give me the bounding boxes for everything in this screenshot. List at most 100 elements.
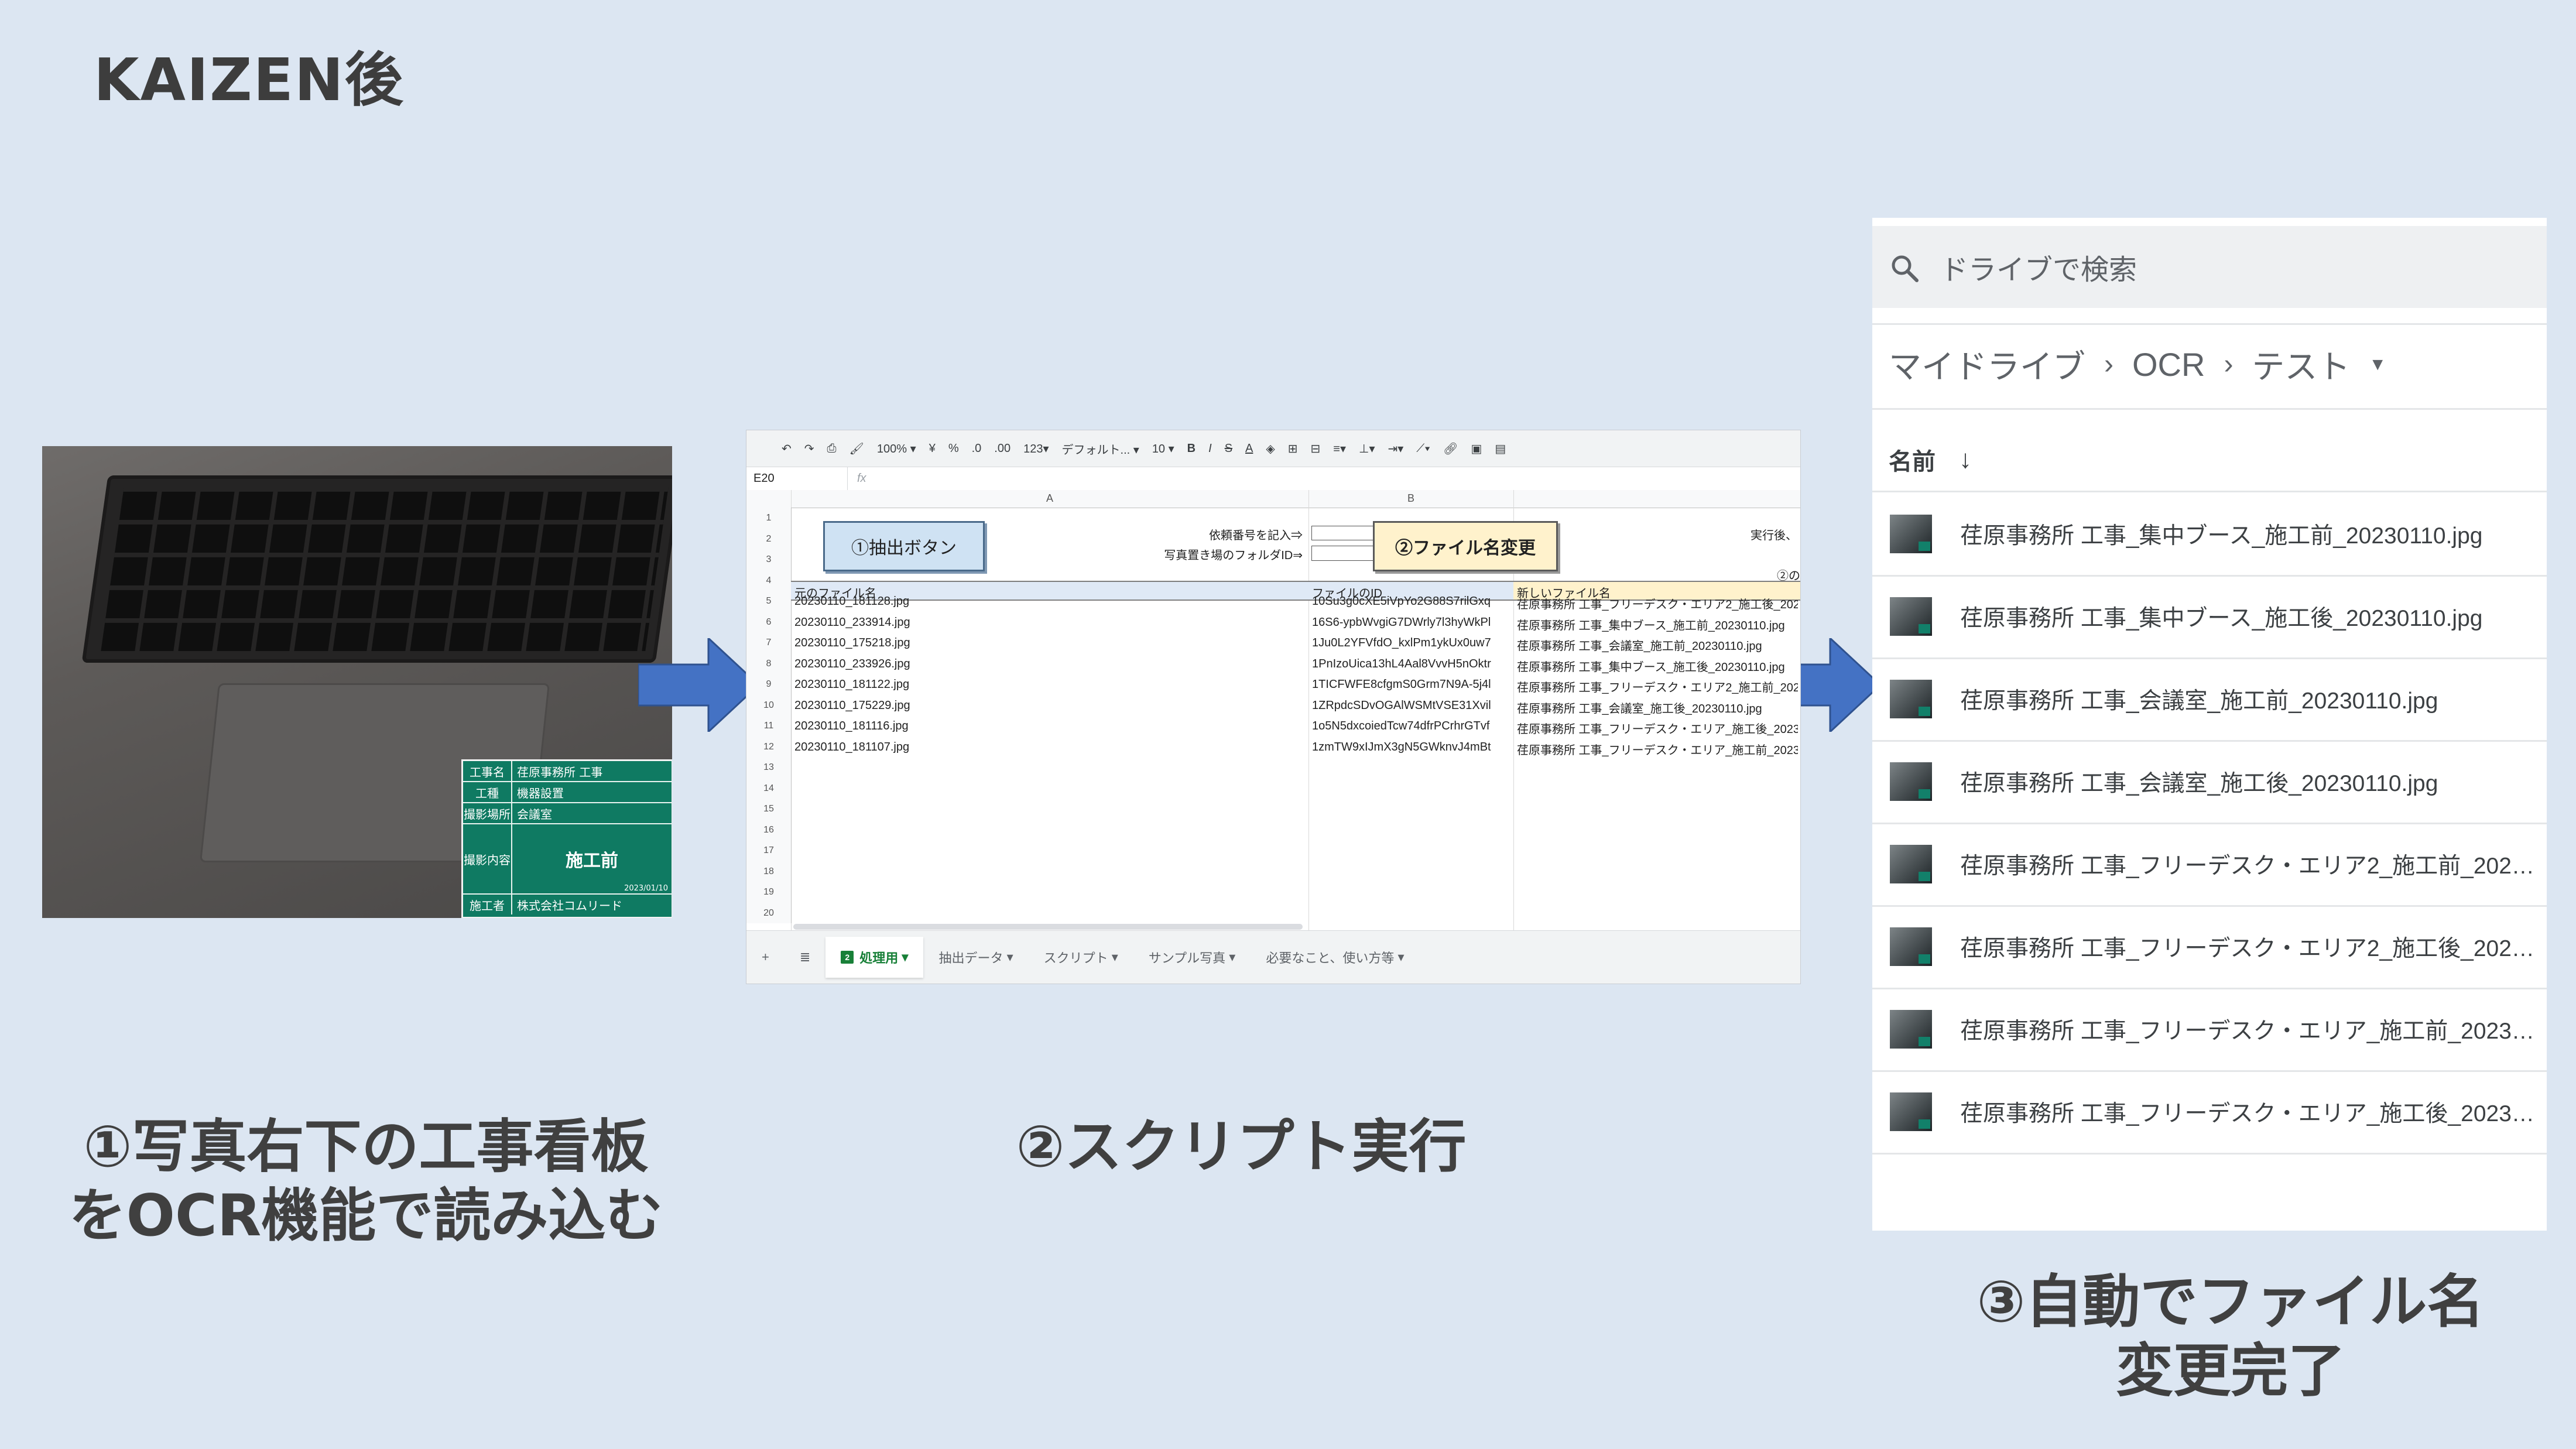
print-icon[interactable]: ⎙ xyxy=(827,442,837,455)
cell-original-name[interactable]: 20230110_175229.jpg xyxy=(794,699,1304,712)
breadcrumb-my-drive[interactable]: マイドライブ xyxy=(1889,341,2085,388)
font-size-select[interactable]: 10 ▾ xyxy=(1152,441,1174,456)
row-number[interactable]: 2 xyxy=(746,528,792,549)
row-number[interactable]: 15 xyxy=(746,799,792,820)
extract-button[interactable]: ①抽出ボタン xyxy=(823,521,985,571)
row-number[interactable]: 4 xyxy=(746,570,792,591)
breadcrumb-ocr[interactable]: OCR xyxy=(2132,345,2205,383)
cell-file-id[interactable]: 1TICFWFE8cfgmS0Grm7N9A-5j4l xyxy=(1312,678,1510,691)
row-number[interactable]: 13 xyxy=(746,757,792,778)
rename-button[interactable]: ②ファイル名変更 xyxy=(1373,521,1558,571)
increase-decimal-button[interactable]: .00 xyxy=(994,442,1010,455)
chart-icon[interactable]: ▤ xyxy=(1495,441,1506,456)
cell-file-id[interactable]: 1Ju0L2YFVfdO_kxlPm1ykUx0uw7 xyxy=(1312,636,1510,650)
column-header-c[interactable]: C xyxy=(1513,492,1800,505)
row-number[interactable]: 19 xyxy=(746,882,792,903)
undo-icon[interactable]: ↶ xyxy=(782,441,792,456)
file-row[interactable]: 荏原事務所 工事_フリーデスク・エリア_施工前_2023011... xyxy=(1872,988,2547,1072)
align-icon[interactable]: ≡▾ xyxy=(1333,441,1346,456)
file-row[interactable]: 荏原事務所 工事_集中ブース_施工前_20230110.jpg xyxy=(1872,492,2547,577)
link-icon[interactable]: 🔗︎ xyxy=(1443,441,1458,456)
cell-original-name[interactable]: 20230110_181122.jpg xyxy=(794,678,1304,691)
comment-icon[interactable]: ▣ xyxy=(1471,441,1482,456)
cell-new-name[interactable]: 荏原事務所 工事_集中ブース_施工前_20230110.jpg xyxy=(1517,616,1798,633)
tab-sample-photos[interactable]: サンプル写真 ▾ xyxy=(1133,937,1251,978)
breadcrumb-test[interactable]: テスト xyxy=(2252,341,2350,388)
redo-icon[interactable]: ↷ xyxy=(804,441,814,456)
strikethrough-icon[interactable]: S xyxy=(1225,442,1232,455)
file-row[interactable]: 荏原事務所 工事_会議室_施工前_20230110.jpg xyxy=(1872,657,2547,742)
row-number[interactable]: 9 xyxy=(746,674,792,695)
row-number[interactable]: 18 xyxy=(746,861,792,882)
cell-original-name[interactable]: 20230110_175218.jpg xyxy=(794,636,1304,650)
add-sheet-icon[interactable]: + xyxy=(746,937,785,978)
cell-original-name[interactable]: 20230110_181116.jpg xyxy=(794,720,1304,733)
currency-button[interactable]: ¥ xyxy=(929,442,936,455)
bold-icon[interactable]: B xyxy=(1187,442,1195,455)
cell-file-id[interactable]: 1zmTW9xIJmX3gN5GWknvJ4mBt xyxy=(1312,741,1510,754)
tab-usage[interactable]: 必要なこと、使い方等 ▾ xyxy=(1251,937,1419,978)
borders-icon[interactable]: ⊞ xyxy=(1288,441,1298,456)
arrow-down-icon[interactable]: ↓ xyxy=(1959,445,1972,474)
cell-file-id[interactable]: 1o5N5dxcoiedTcw74dfrPCrhrGTvf xyxy=(1312,720,1510,733)
row-number[interactable]: 1 xyxy=(746,508,792,529)
search-input[interactable]: ドライブで検索 xyxy=(1940,246,2137,287)
cell-new-name[interactable]: 荏原事務所 工事_フリーデスク・エリア2_施工後_20230110.jpg xyxy=(1517,595,1798,612)
cell-file-id[interactable]: 1PnIzoUica13hL4Aal8VvvH5nOktr xyxy=(1312,657,1510,671)
percent-button[interactable]: % xyxy=(948,442,959,455)
cell-new-name[interactable]: 荏原事務所 工事_集中ブース_施工後_20230110.jpg xyxy=(1517,657,1798,674)
name-box[interactable]: E20 xyxy=(746,467,848,490)
cell-file-id[interactable]: 1ZRpdcSDvOGAlWSMtVSE31Xvil xyxy=(1312,699,1510,712)
wrap-icon[interactable]: ⇥▾ xyxy=(1388,441,1403,456)
cell-new-name[interactable]: 荏原事務所 工事_フリーデスク・エリア_施工前_20230110.jpg xyxy=(1517,741,1798,758)
cell-file-id[interactable]: 16S6-ypbWvgiG7DWrly7l3hyWkPl xyxy=(1312,616,1510,629)
rotate-icon[interactable]: ⟋▾ xyxy=(1416,442,1430,455)
cell-original-name[interactable]: 20230110_181128.jpg xyxy=(794,595,1304,608)
name-column-header[interactable]: 名前 ↓ xyxy=(1889,443,1972,477)
cell-new-name[interactable]: 荏原事務所 工事_フリーデスク・エリア_施工後_20230110.jpg xyxy=(1517,720,1798,737)
all-sheets-icon[interactable]: ≣ xyxy=(785,937,825,978)
tab-script[interactable]: スクリプト ▾ xyxy=(1029,937,1133,978)
row-number[interactable]: 5 xyxy=(746,591,792,612)
cell-new-name[interactable]: 荏原事務所 工事_会議室_施工後_20230110.jpg xyxy=(1517,699,1798,716)
file-row[interactable]: 荏原事務所 工事_フリーデスク・エリア_施工後_2023011... xyxy=(1872,1070,2547,1155)
row-number[interactable]: 17 xyxy=(746,840,792,861)
valign-icon[interactable]: ⊥▾ xyxy=(1359,441,1375,456)
row-number[interactable]: 6 xyxy=(746,611,792,632)
cell-original-name[interactable]: 20230110_181107.jpg xyxy=(794,741,1304,754)
italic-icon[interactable]: I xyxy=(1208,442,1212,455)
paint-format-icon[interactable]: 🖌︎ xyxy=(849,441,864,456)
cell-new-name[interactable]: 荏原事務所 工事_会議室_施工前_20230110.jpg xyxy=(1517,636,1798,653)
row-number[interactable]: 16 xyxy=(746,819,792,840)
row-number[interactable]: 7 xyxy=(746,632,792,653)
text-color-icon[interactable]: A xyxy=(1245,442,1253,455)
row-number[interactable]: 11 xyxy=(746,715,792,737)
tab-processing[interactable]: 2 処理用 ▾ xyxy=(825,937,924,978)
row-number[interactable]: 10 xyxy=(746,694,792,715)
drive-search-bar[interactable]: ドライブで検索 xyxy=(1872,226,2547,308)
column-header-a[interactable]: A xyxy=(791,492,1308,505)
decrease-decimal-button[interactable]: .0 xyxy=(972,442,982,455)
caret-down-icon[interactable]: ▼ xyxy=(2369,355,2386,375)
merge-icon[interactable]: ⊟ xyxy=(1311,441,1321,456)
row-number[interactable]: 20 xyxy=(746,902,792,923)
font-select[interactable]: デフォルト... ▾ xyxy=(1062,440,1139,457)
row-number[interactable]: 12 xyxy=(746,736,792,757)
row-number[interactable]: 8 xyxy=(746,653,792,674)
cell-original-name[interactable]: 20230110_233914.jpg xyxy=(794,616,1304,629)
cell-file-id[interactable]: 10Su3g0cXE5iVpYo2G88S7rilGxq xyxy=(1312,595,1510,608)
zoom-select[interactable]: 100% ▾ xyxy=(877,441,916,456)
cell-original-name[interactable]: 20230110_233926.jpg xyxy=(794,657,1304,671)
row-number[interactable]: 14 xyxy=(746,777,792,799)
file-row[interactable]: 荏原事務所 工事_集中ブース_施工後_20230110.jpg xyxy=(1872,575,2547,659)
column-header-b[interactable]: B xyxy=(1308,492,1513,505)
file-row[interactable]: 荏原事務所 工事_フリーデスク・エリア2_施工前_202301... xyxy=(1872,823,2547,907)
file-row[interactable]: 荏原事務所 工事_会議室_施工後_20230110.jpg xyxy=(1872,740,2547,824)
file-row[interactable]: 荏原事務所 工事_フリーデスク・エリア2_施工後_202301... xyxy=(1872,905,2547,989)
tab-extracted-data[interactable]: 抽出データ ▾ xyxy=(923,937,1028,978)
fill-color-icon[interactable]: ◈ xyxy=(1266,441,1275,456)
number-format-select[interactable]: 123▾ xyxy=(1023,441,1049,456)
row-number[interactable]: 3 xyxy=(746,549,792,570)
cell-new-name[interactable]: 荏原事務所 工事_フリーデスク・エリア2_施工前_20230110.jpg xyxy=(1517,678,1798,695)
horizontal-scrollbar[interactable] xyxy=(793,924,1303,930)
